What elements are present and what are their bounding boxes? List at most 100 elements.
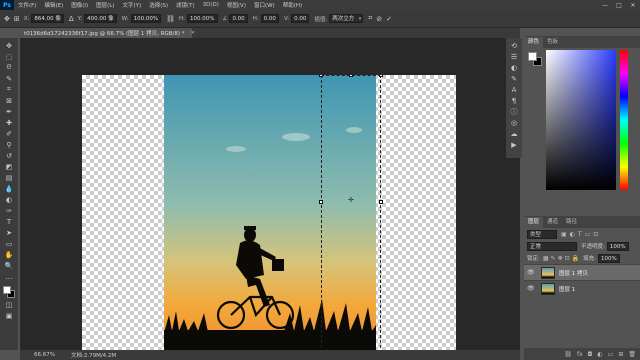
quick-select-tool-icon[interactable]: ✎	[2, 73, 16, 84]
shape-tool-icon[interactable]: ▭	[2, 238, 16, 249]
visibility-eye-icon[interactable]: 👁	[527, 269, 537, 276]
foreground-color-swatch[interactable]	[3, 286, 11, 294]
tab-channels[interactable]: 通道	[543, 217, 562, 228]
visibility-eye-icon[interactable]: 👁	[527, 285, 537, 292]
canvas-area[interactable]: ✛	[20, 38, 520, 360]
panel-fg-bg-swatch[interactable]	[528, 52, 542, 66]
layer-name[interactable]: 图层 1 拷贝	[559, 269, 588, 277]
delta-icon[interactable]: Δ	[69, 15, 74, 23]
move-tool-preset-icon[interactable]: ✥	[4, 15, 10, 23]
transform-handle-top-left[interactable]	[319, 75, 323, 77]
paragraph-panel-icon[interactable]: ¶	[508, 95, 520, 106]
angle-input[interactable]: 0.00	[229, 14, 248, 23]
panel-fg-color[interactable]	[528, 52, 537, 61]
lasso-tool-icon[interactable]: ᘓ	[2, 62, 16, 73]
crop-tool-icon[interactable]: ⌗	[2, 84, 16, 95]
dodge-tool-icon[interactable]: ◐	[2, 194, 16, 205]
hue-slider[interactable]	[620, 50, 628, 190]
cancel-transform-icon[interactable]: ⊘	[376, 15, 382, 23]
actions-panel-icon[interactable]: ▶	[508, 139, 520, 150]
menu-filter[interactable]: 滤镜(T)	[172, 1, 199, 9]
move-tool-icon[interactable]: ✥	[2, 40, 16, 51]
brush-tool-icon[interactable]: ✐	[2, 128, 16, 139]
warp-mode-icon[interactable]: ⌗	[368, 14, 372, 23]
hand-tool-icon[interactable]: ✋	[2, 249, 16, 260]
height-input[interactable]: 100.00%	[187, 14, 218, 23]
zoom-level[interactable]: 66.67%	[34, 352, 55, 358]
close-tab-icon[interactable]: ×	[191, 30, 196, 36]
path-select-tool-icon[interactable]: ➤	[2, 227, 16, 238]
menu-3d[interactable]: 3D(D)	[199, 2, 223, 8]
fill-input[interactable]: 100%	[597, 253, 620, 263]
transform-handle-top-right[interactable]	[379, 75, 383, 77]
history-brush-icon[interactable]: ↺	[2, 150, 16, 161]
layer-style-icon[interactable]: fx	[577, 351, 583, 358]
vskew-input[interactable]: 0.00	[291, 14, 310, 23]
lock-artboard-icon[interactable]: ⊡	[565, 255, 570, 262]
tab-layers[interactable]: 图层	[524, 217, 544, 228]
close-window-button[interactable]: ✕	[626, 0, 640, 10]
history-panel-icon[interactable]: ⟲	[508, 40, 520, 51]
blur-tool-icon[interactable]: 💧	[2, 183, 16, 194]
transform-center-icon[interactable]: ✛	[348, 196, 354, 204]
eyedropper-tool-icon[interactable]: ✒	[2, 106, 16, 117]
minimize-button[interactable]: —	[598, 0, 612, 10]
shape-filter-icon[interactable]: ▭	[585, 231, 591, 238]
gradient-tool-icon[interactable]: ▤	[2, 172, 16, 183]
quick-mask-icon[interactable]: ◫	[2, 299, 16, 310]
menu-type[interactable]: 文字(Y)	[119, 1, 146, 9]
type-tool-icon[interactable]: T	[2, 216, 16, 227]
menu-file[interactable]: 文件(F)	[14, 1, 40, 9]
reference-point-icon[interactable]: ⊞	[14, 15, 20, 23]
link-icon[interactable]: ⛓	[166, 15, 175, 23]
smart-object-filter-icon[interactable]: ⊡	[593, 231, 598, 238]
add-mask-icon[interactable]: ◘	[588, 351, 593, 358]
clone-stamp-icon[interactable]: ⚲	[2, 139, 16, 150]
new-adjustment-icon[interactable]: ◐	[597, 351, 602, 358]
screen-mode-icon[interactable]: ▣	[2, 310, 16, 321]
marquee-tool-icon[interactable]: ⬚	[2, 51, 16, 62]
document-canvas[interactable]: ✛	[82, 75, 456, 360]
menu-window[interactable]: 窗口(W)	[250, 1, 279, 9]
menu-image[interactable]: 图像(I)	[67, 1, 92, 9]
commit-transform-icon[interactable]: ✓	[386, 15, 392, 23]
frame-tool-icon[interactable]: ⊠	[2, 95, 16, 106]
menu-view[interactable]: 视图(V)	[223, 1, 250, 9]
styles-panel-icon[interactable]: ◎	[508, 117, 520, 128]
lock-all-icon[interactable]: 🔒	[572, 255, 579, 262]
healing-brush-icon[interactable]: ✚	[2, 117, 16, 128]
document-size-info[interactable]: 文档:2.79M/4.2M	[71, 351, 116, 359]
type-filter-icon[interactable]: T	[578, 231, 582, 238]
menu-edit[interactable]: 编辑(E)	[40, 1, 67, 9]
tab-paths[interactable]: 路径	[562, 217, 581, 228]
transform-handle-top[interactable]	[349, 75, 353, 77]
blend-mode-select[interactable]: 正常	[527, 241, 577, 251]
libraries-panel-icon[interactable]: ☁	[508, 128, 520, 139]
adjustment-filter-icon[interactable]: ◐	[570, 231, 575, 238]
y-input[interactable]: 400.00 像	[84, 14, 117, 23]
pen-tool-icon[interactable]: ✑	[2, 205, 16, 216]
document-tab[interactable]: t0136d6d17242336f17.jpg @ 66.7% (图层 1 拷贝…	[20, 28, 195, 38]
eraser-tool-icon[interactable]: ◩	[2, 161, 16, 172]
color-swatches[interactable]	[2, 285, 16, 299]
transform-handle-left[interactable]	[319, 200, 323, 204]
lock-position-icon[interactable]: ✥	[558, 255, 563, 262]
zoom-tool-icon[interactable]: 🔍	[2, 260, 16, 271]
tab-color[interactable]: 颜色	[524, 37, 544, 48]
new-group-icon[interactable]: ▭	[608, 351, 614, 358]
brush-panel-icon[interactable]: ✎	[508, 73, 520, 84]
opacity-input[interactable]: 100%	[606, 241, 629, 251]
properties-panel-icon[interactable]: ☰	[508, 51, 520, 62]
new-layer-icon[interactable]: ⊞	[618, 351, 623, 358]
transform-handle-right[interactable]	[379, 200, 383, 204]
lock-pixels-icon[interactable]: ▦	[543, 255, 549, 262]
color-picker-field[interactable]	[546, 50, 616, 190]
menu-layer[interactable]: 图层(L)	[92, 1, 118, 9]
layer-kind-filter[interactable]: 类型	[527, 229, 557, 239]
layer-row-copy[interactable]: 👁 图层 1 拷贝	[524, 264, 640, 280]
transform-selection[interactable]: ✛	[319, 75, 383, 360]
pixel-filter-icon[interactable]: ▣	[561, 231, 567, 238]
tab-swatches[interactable]: 色板	[543, 37, 562, 48]
hskew-input[interactable]: 0.00	[260, 14, 279, 23]
layer-name[interactable]: 图层 1	[559, 285, 575, 293]
